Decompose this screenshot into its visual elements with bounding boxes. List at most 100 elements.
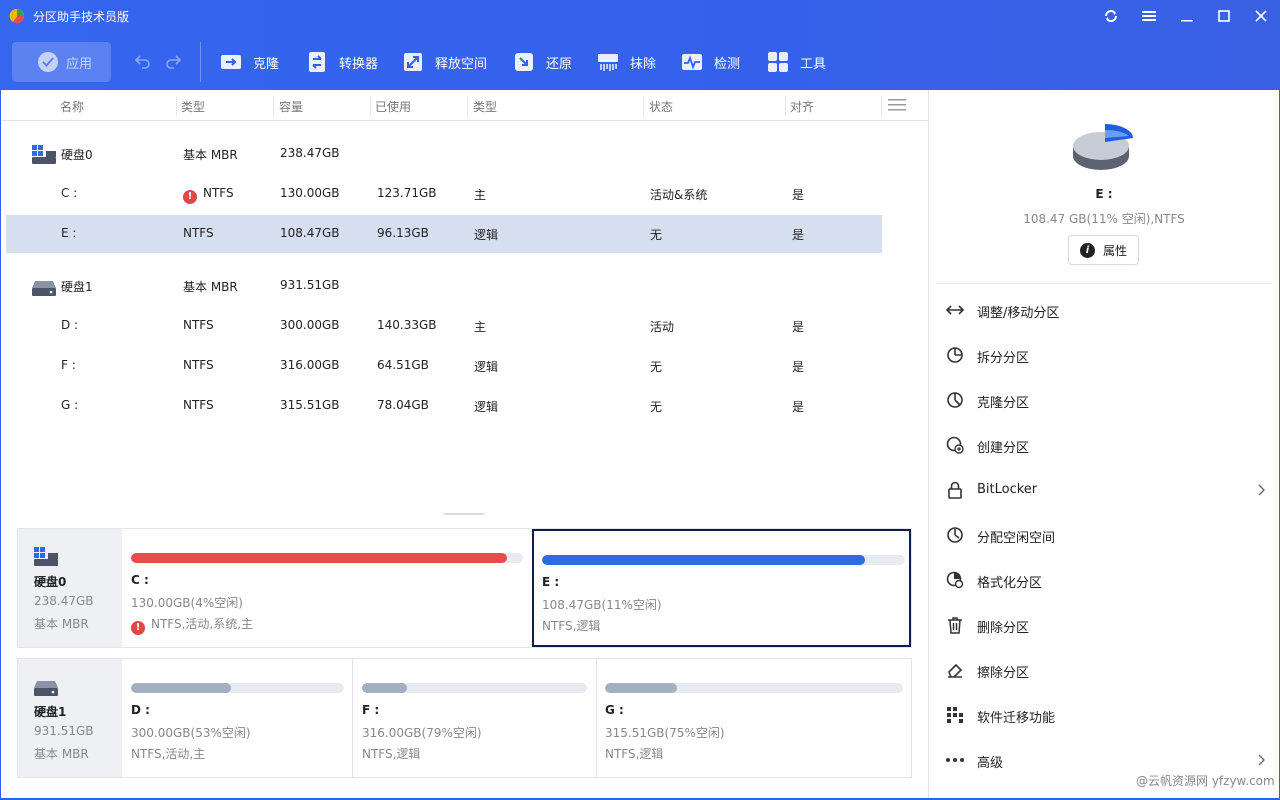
free-space-button[interactable]: 释放空间: [401, 48, 487, 76]
partition-name: G :: [61, 398, 79, 412]
restore-label: 还原: [546, 56, 573, 72]
minimize-button[interactable]: [1177, 6, 1197, 26]
partition-label: F :: [362, 703, 380, 717]
clone-button[interactable]: 克隆: [219, 48, 279, 76]
apply-button[interactable]: 应用: [12, 42, 111, 82]
partition-size: 315.51GB(75%空闲): [605, 726, 725, 740]
redo-icon[interactable]: [164, 52, 182, 70]
menu-button[interactable]: [1139, 6, 1159, 26]
partition-capacity: 300.00GB: [280, 318, 340, 332]
column-settings-icon[interactable]: [888, 98, 906, 112]
convert-button[interactable]: 转换器: [305, 48, 378, 76]
pane-splitter[interactable]: [444, 513, 484, 515]
op-format[interactable]: 格式化分区: [929, 560, 1279, 600]
col-part-type[interactable]: 类型: [473, 98, 497, 115]
col-status[interactable]: 状态: [649, 98, 673, 115]
op-label: 擦除分区: [977, 666, 1030, 681]
divider: [935, 283, 1273, 284]
maximize-button[interactable]: [1214, 6, 1234, 26]
clone-partition-icon: [945, 390, 965, 410]
clone-label: 克隆: [253, 56, 280, 72]
usage-fill: [131, 553, 508, 563]
toolbar-separator: [200, 42, 201, 82]
usage-bar: [131, 683, 344, 693]
chevron-right-icon: [1258, 754, 1265, 766]
undo-redo-group: [134, 52, 182, 72]
op-delete[interactable]: 删除分区: [929, 605, 1279, 645]
partition-fs: NTFS: [183, 226, 214, 240]
partition-label: C :: [131, 573, 149, 587]
partition-pie-icon: [1073, 124, 1133, 170]
op-resize-move[interactable]: 调整/移动分区: [929, 290, 1279, 330]
op-label: 删除分区: [977, 621, 1030, 636]
disk-name: 硬盘0: [34, 575, 67, 589]
partition-block-f[interactable]: F : 316.00GB(79%空闲) NTFS,逻辑: [354, 659, 596, 777]
partition-row[interactable]: D : NTFS 300.00GB 140.33GB 主 活动 是: [6, 307, 882, 345]
op-label: 调整/移动分区: [977, 306, 1060, 321]
wipe-button[interactable]: 抹除: [596, 48, 656, 76]
partition-fs: NTFS: [183, 398, 214, 412]
more-icon: [945, 750, 965, 770]
disk-info[interactable]: 硬盘0 238.47GB 基本 MBR: [18, 529, 122, 647]
partition-status: 无: [650, 400, 663, 414]
info-icon: i: [1079, 242, 1095, 258]
partition-name: C :: [61, 186, 78, 200]
disk-row[interactable]: 硬盘1 基本 MBR 931.51GB: [6, 267, 882, 305]
disk-map-disk1: 硬盘1 931.51GB 基本 MBR D : 300.00GB(53%空闲) …: [17, 658, 912, 778]
usage-fill: [542, 555, 866, 565]
disk-icon: [34, 547, 58, 566]
partition-status: 活动&系统: [650, 188, 708, 202]
col-capacity[interactable]: 容量: [279, 98, 303, 115]
partition-used: 123.71GB: [377, 186, 437, 200]
trash-icon: [945, 615, 965, 635]
disk-icon: [32, 281, 56, 296]
partition-block-e[interactable]: E : 108.47GB(11%空闲) NTFS,逻辑: [532, 529, 911, 647]
disk-size: 931.51GB: [34, 724, 94, 738]
col-used[interactable]: 已使用: [375, 98, 411, 115]
partition-used: 64.51GB: [377, 358, 429, 372]
minimize-icon: [1181, 20, 1193, 22]
disk-info[interactable]: 硬盘1 931.51GB 基本 MBR: [18, 659, 122, 777]
op-split[interactable]: 拆分分区: [929, 335, 1279, 375]
op-bitlocker[interactable]: BitLocker: [929, 470, 1279, 510]
disk-row[interactable]: 硬盘0 基本 MBR 238.47GB: [6, 135, 882, 173]
partition-name: F :: [61, 358, 76, 372]
col-fs-type[interactable]: 类型: [181, 98, 205, 115]
restore-button[interactable]: 还原: [512, 48, 572, 76]
wipe-label: 抹除: [630, 56, 657, 72]
properties-button[interactable]: i 属性: [1068, 235, 1139, 265]
col-aligned[interactable]: 对齐: [790, 98, 814, 115]
partition-name: E :: [61, 226, 77, 240]
col-name[interactable]: 名称: [60, 98, 84, 115]
warning-icon: !: [183, 190, 197, 204]
restore-icon: [512, 50, 536, 74]
partition-row[interactable]: G : NTFS 315.51GB 78.04GB 逻辑 无 是: [6, 387, 882, 425]
partition-used: 140.33GB: [377, 318, 437, 332]
tools-button[interactable]: 工具: [766, 48, 826, 76]
partition-row[interactable]: C : ! NTFS 130.00GB 123.71GB 主 活动&系统 是: [6, 175, 882, 213]
undo-icon[interactable]: [134, 52, 152, 70]
op-allocate-free-space[interactable]: 分配空闲空间: [929, 515, 1279, 555]
usage-fill: [362, 683, 407, 693]
op-clone-partition[interactable]: 克隆分区: [929, 380, 1279, 420]
op-wipe-partition[interactable]: 擦除分区: [929, 650, 1279, 690]
partition-block-g[interactable]: G : 315.51GB(75%空闲) NTFS,逻辑: [597, 659, 911, 777]
disk-size: 238.47GB: [34, 594, 94, 608]
refresh-button[interactable]: [1101, 6, 1121, 26]
partition-block-d[interactable]: D : 300.00GB(53%空闲) NTFS,活动,主: [123, 659, 352, 777]
partition-name: D :: [61, 318, 79, 332]
check-disk-button[interactable]: 检测: [680, 48, 740, 76]
op-create-partition[interactable]: 创建分区: [929, 425, 1279, 465]
partition-fs: NTFS: [183, 358, 214, 372]
op-label: 软件迁移功能: [977, 711, 1056, 726]
partition-row-selected[interactable]: E : NTFS 108.47GB 96.13GB 逻辑 无 是: [6, 215, 882, 253]
partition-size: 130.00GB(4%空闲): [131, 596, 243, 610]
op-app-migration[interactable]: 软件迁移功能: [929, 695, 1279, 735]
close-button[interactable]: [1251, 6, 1271, 26]
partition-block-c[interactable]: C : 130.00GB(4%空闲) ! NTFS,活动,系统,主: [123, 529, 532, 647]
partition-used: 78.04GB: [377, 398, 429, 412]
partition-kind: 逻辑: [474, 360, 499, 374]
partition-row[interactable]: F : NTFS 316.00GB 64.51GB 逻辑 无 是: [6, 347, 882, 385]
disk-type: 基本 MBR: [183, 280, 238, 294]
partition-kind: 逻辑: [474, 228, 499, 242]
